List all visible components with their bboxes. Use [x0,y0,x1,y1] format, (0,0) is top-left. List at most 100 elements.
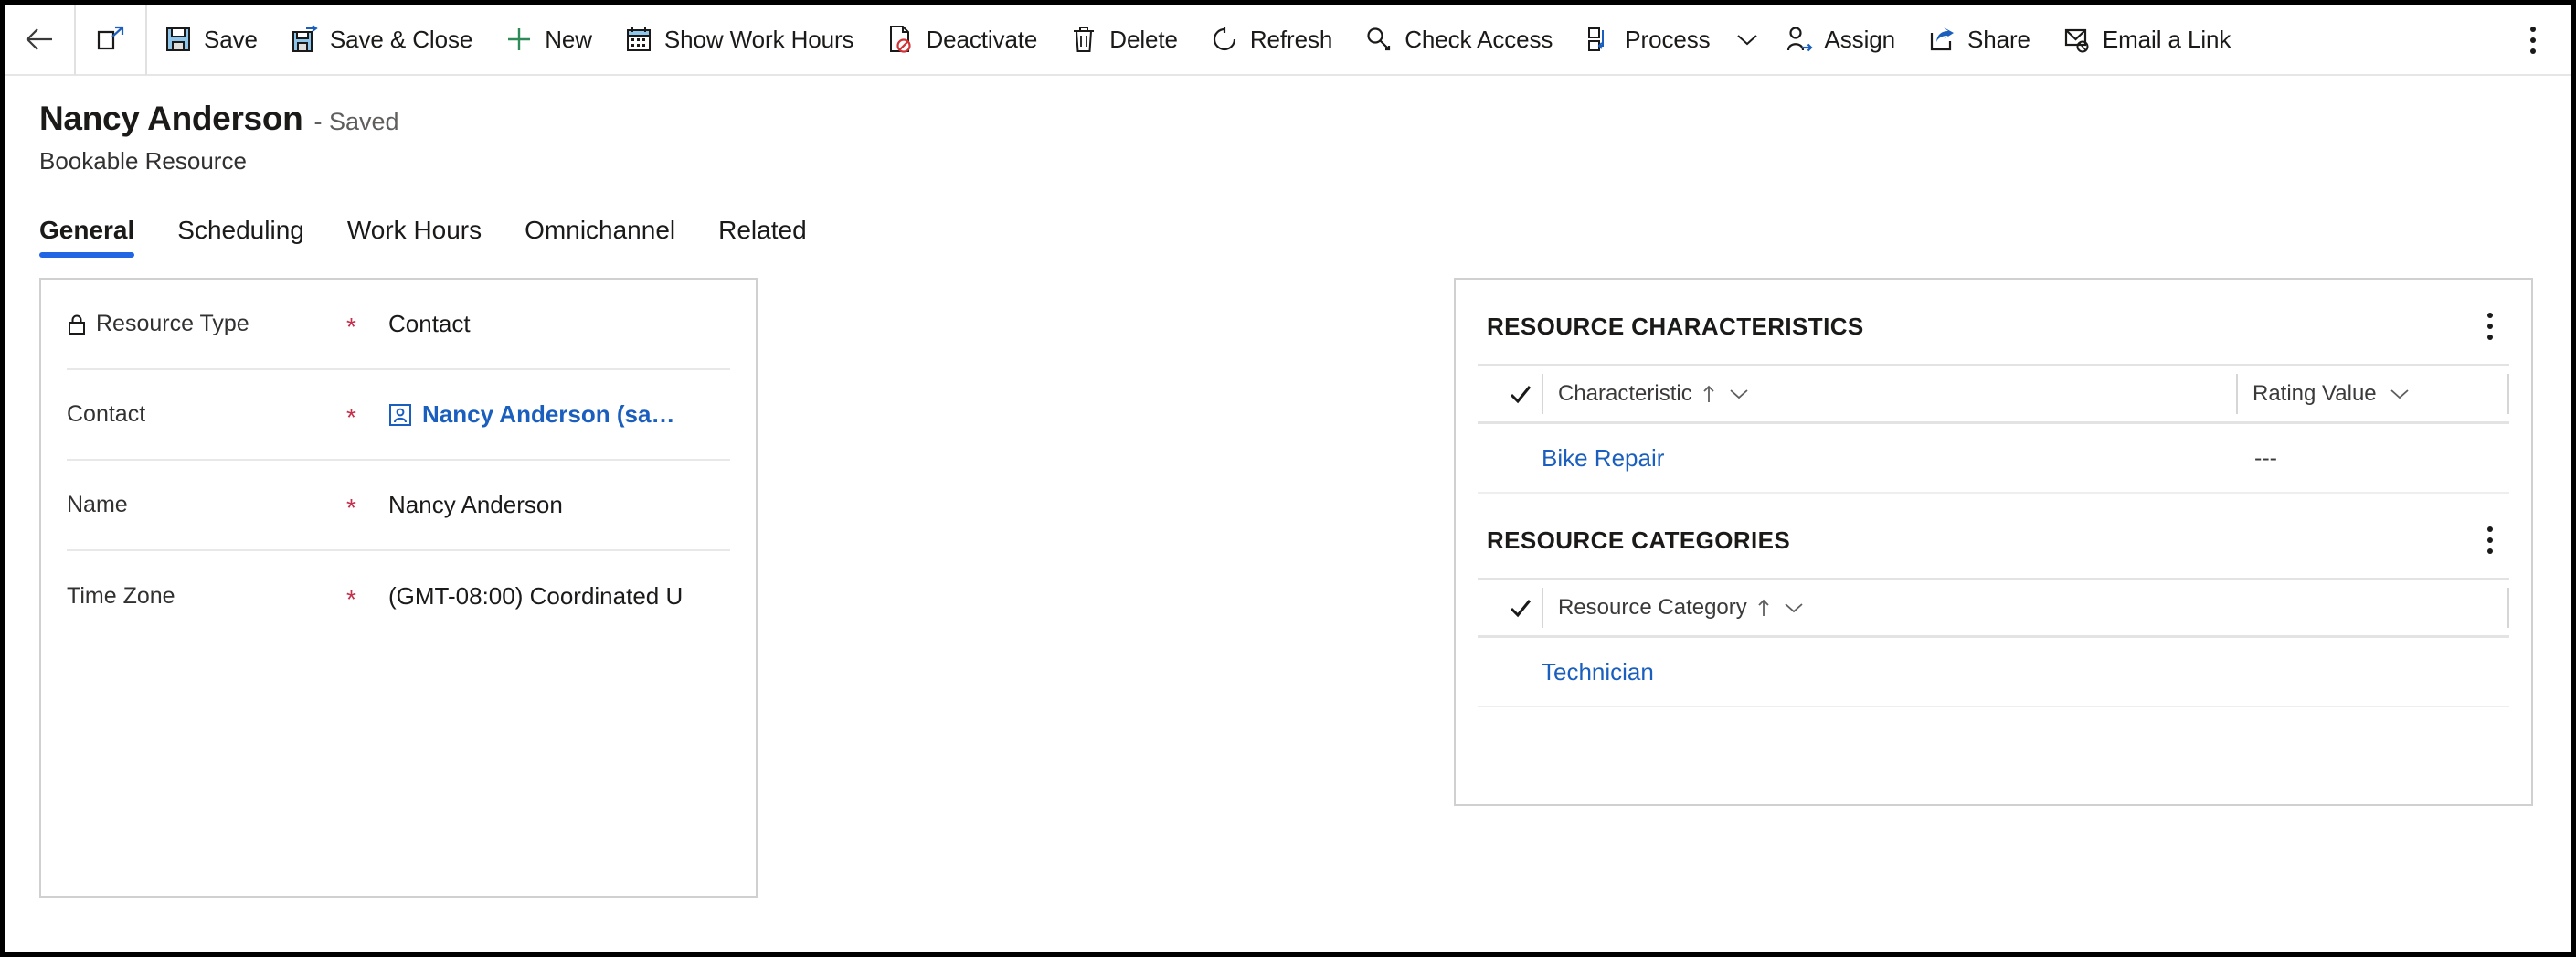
checkmark-icon [1510,385,1532,403]
tab-related[interactable]: Related [718,216,807,258]
chevron-down-icon [1736,35,1757,46]
field-value-name[interactable]: Nancy Anderson [388,491,563,519]
column-header-rating-value[interactable]: Rating Value [2236,373,2507,414]
field-row-time-zone: Time Zone * (GMT-08:00) Coordinated U [67,551,730,642]
plus-icon [504,24,535,55]
more-commands-button[interactable] [2509,5,2557,76]
chevron-down-icon[interactable] [1729,388,1749,400]
deactivate-button[interactable]: Deactivate [869,5,1053,75]
process-button[interactable]: Process [1568,5,1725,75]
overflow-dots-icon [2530,27,2536,54]
field-label-time-zone: Time Zone [67,583,346,610]
column-header-divider [2507,373,2509,414]
save-icon [163,24,194,55]
checkmark-icon [1510,599,1532,617]
process-dropdown-button[interactable] [1726,5,1768,75]
refresh-icon [1209,24,1240,55]
refresh-label: Refresh [1249,25,1333,53]
required-indicator: * [346,584,356,613]
form-tab-list: General Scheduling Work Hours Omnichanne… [5,207,2571,258]
field-label-resource-type: Resource Type [67,311,346,337]
field-value-resource-type[interactable]: Contact [388,310,471,338]
contact-link-text: Nancy Anderson (sa… [422,400,675,428]
resource-categories-more-button[interactable] [2478,523,2502,558]
column-header-label: Characteristic [1558,380,1692,406]
form-body: Resource Type * Contact Contact * Nancy … [5,278,2571,898]
characteristics-grid-header: Characteristic Rating Value [1478,364,2509,424]
resource-category-link[interactable]: Technician [1542,658,1654,686]
field-label-text: Contact [67,401,146,427]
refresh-button[interactable]: Refresh [1193,5,1348,75]
contact-lookup-icon [388,403,412,427]
chevron-down-icon[interactable] [2390,388,2410,400]
field-row-contact: Contact * Nancy Anderson (sa… [67,370,730,461]
entity-name: Bookable Resource [39,147,247,175]
field-value-contact[interactable]: Nancy Anderson (sa… [388,400,674,429]
tab-omnichannel[interactable]: Omnichannel [525,216,675,258]
key-icon [1363,24,1394,55]
delete-button[interactable]: Delete [1053,5,1193,75]
required-indicator: * [346,402,356,431]
save-button[interactable]: Save [147,5,273,75]
save-status-text: - Saved [313,108,399,135]
assign-person-icon [1784,24,1815,55]
back-button[interactable] [5,5,74,75]
open-in-new-window-button[interactable] [76,5,145,75]
resource-categories-header: RESOURCE CATEGORIES [1478,494,2509,558]
deactivate-label: Deactivate [926,25,1038,53]
show-work-hours-button[interactable]: Show Work Hours [608,5,870,75]
sort-ascending-icon [1701,384,1716,404]
field-label-text: Resource Type [96,311,249,336]
overflow-dots-icon [2487,526,2493,554]
characteristic-link[interactable]: Bike Repair [1542,444,1664,472]
column-header-divider [2507,587,2509,628]
resource-characteristics-more-button[interactable] [2478,309,2502,344]
process-label: Process [1625,25,1711,53]
column-header-label: Resource Category [1558,594,1747,620]
assign-button[interactable]: Assign [1768,5,1911,75]
command-bar: Save Save & Close New Show Work Hours De… [5,5,2571,76]
tab-work-hours[interactable]: Work Hours [347,216,482,258]
field-label-name: Name [67,492,346,518]
deactivate-icon [885,24,916,55]
check-access-button[interactable]: Check Access [1348,5,1568,75]
chevron-down-icon[interactable] [1784,601,1804,614]
table-row[interactable]: Bike Repair --- [1478,424,2509,494]
email-a-link-button[interactable]: Email a Link [2046,5,2246,75]
share-label: Share [1966,25,2030,53]
save-and-close-button[interactable]: Save & Close [273,5,488,75]
resource-characteristics-title: RESOURCE CHARACTERISTICS [1487,312,1864,340]
field-label-text: Time Zone [67,583,175,609]
save-label: Save [204,25,258,53]
column-header-characteristic[interactable]: Characteristic [1542,373,2236,414]
lock-icon [67,314,87,335]
calendar-icon [623,24,654,55]
share-icon [1926,24,1957,55]
table-row[interactable]: Technician [1478,638,2509,707]
share-button[interactable]: Share [1911,5,2046,75]
select-all-checkbox[interactable] [1500,384,1542,404]
tab-scheduling[interactable]: Scheduling [177,216,304,258]
select-all-checkbox[interactable] [1500,598,1542,618]
new-button[interactable]: New [488,5,608,75]
general-field-card: Resource Type * Contact Contact * Nancy … [39,278,758,898]
resource-categories-title: RESOURCE CATEGORIES [1487,526,1791,554]
cell-characteristic: Bike Repair [1542,444,2254,473]
overflow-dots-icon [2487,313,2493,340]
new-label: New [545,25,592,53]
trash-icon [1068,24,1099,55]
check-access-label: Check Access [1405,25,1553,53]
resource-characteristics-header: RESOURCE CHARACTERISTICS [1478,280,2509,344]
categories-grid-header: Resource Category [1478,578,2509,638]
field-value-time-zone[interactable]: (GMT-08:00) Coordinated U [388,582,683,611]
process-icon [1584,24,1615,55]
sort-ascending-icon [1756,598,1771,618]
back-arrow-icon [26,28,52,50]
field-row-resource-type: Resource Type * Contact [67,280,730,370]
email-link-icon [2062,24,2093,55]
cell-resource-category: Technician [1542,658,1654,686]
show-work-hours-label: Show Work Hours [663,25,854,53]
tab-general[interactable]: General [39,216,135,258]
column-header-resource-category[interactable]: Resource Category [1542,587,2507,628]
required-indicator: * [346,493,356,522]
